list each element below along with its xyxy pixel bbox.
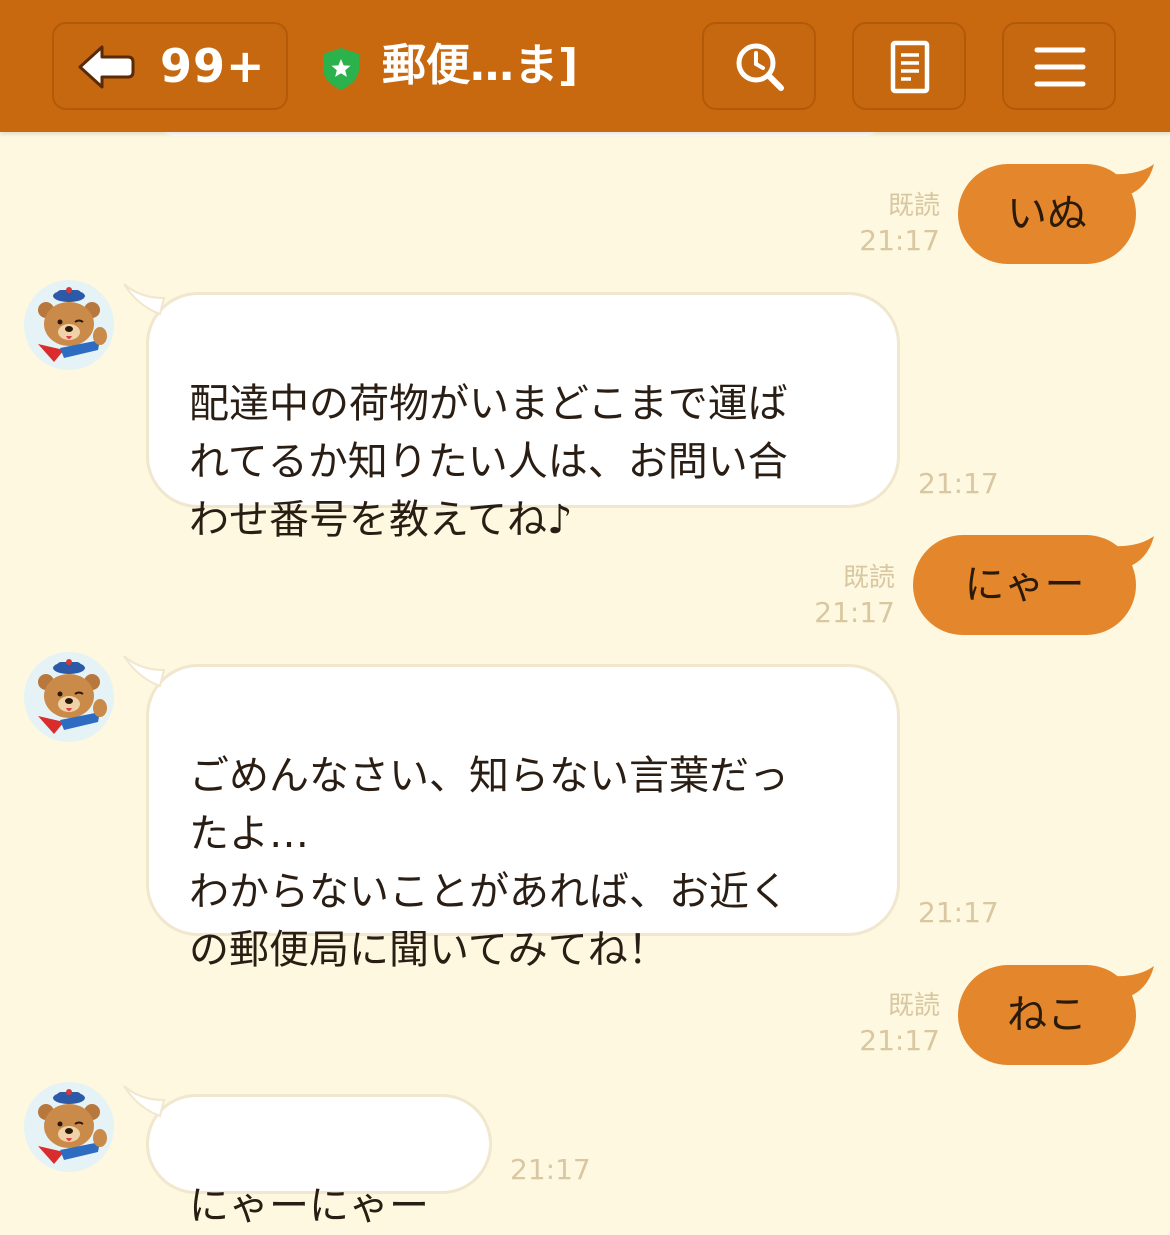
message-text: にゃーにゃー	[189, 1183, 429, 1229]
verified-shield-icon	[323, 48, 359, 90]
notes-icon	[890, 40, 930, 94]
received-message-bubble[interactable]: ごめんなさい、知らない言葉だっ たよ… わからないことがあれば、お近く の郵便局…	[146, 664, 900, 973]
bot-avatar[interactable]	[24, 652, 114, 742]
message-time: 21:17	[859, 224, 940, 257]
unread-count: 99+	[160, 39, 266, 93]
sent-message-bubble[interactable]: にゃー	[913, 535, 1136, 635]
bubble-tail	[1108, 966, 1154, 998]
search-icon	[736, 43, 784, 91]
search-button[interactable]	[702, 22, 816, 110]
message-time: 21:17	[814, 596, 895, 629]
bear-mascot-icon	[24, 1082, 114, 1172]
menu-button[interactable]	[1002, 22, 1116, 110]
chat-title-button[interactable]: 郵便…ま]	[302, 22, 662, 110]
bubble-tail	[1108, 164, 1154, 196]
message-time: 21:17	[918, 467, 999, 500]
received-message-bubble[interactable]: 配達中の荷物がいまどこまで運ば れてるか知りたい人は、お問い合 わせ番号を教えて…	[146, 292, 900, 543]
message-text: いぬ	[1007, 191, 1087, 237]
message-text: にゃー	[964, 562, 1085, 608]
read-receipt: 既読	[842, 563, 895, 593]
bear-mascot-icon	[24, 652, 114, 742]
chat-title: 郵便…ま]	[382, 40, 579, 91]
message-time: 21:17	[859, 1024, 940, 1057]
bubble-tail	[1108, 536, 1154, 568]
bubble-tail	[123, 283, 166, 316]
bot-avatar[interactable]	[24, 1082, 114, 1172]
chat-header: 99+ 郵便…ま]	[0, 0, 1170, 132]
menu-icon	[1034, 47, 1086, 87]
message-time: 21:17	[918, 896, 999, 929]
message-text: ねこ	[1007, 992, 1087, 1038]
read-receipt: 既読	[887, 991, 940, 1021]
notes-button[interactable]	[852, 22, 966, 110]
bubble-tail	[123, 1085, 166, 1118]
message-time: 21:17	[510, 1153, 591, 1186]
bot-avatar[interactable]	[24, 280, 114, 370]
back-button[interactable]: 99+	[52, 22, 288, 110]
received-message-bubble[interactable]: にゃーにゃー	[146, 1094, 492, 1229]
chat-history[interactable]: 既読 21:17 いぬ 配達中の荷物がいまどこまで運ば れてるか知りたい人は、お…	[0, 122, 1170, 1229]
message-text: 配達中の荷物がいまどこまで運ば れてるか知りたい人は、お問い合 わせ番号を教えて…	[189, 381, 788, 543]
read-receipt: 既読	[887, 191, 940, 221]
message-text: ごめんなさい、知らない言葉だっ たよ… わからないことがあれば、お近く の郵便局…	[189, 753, 789, 973]
bubble-tail	[123, 655, 166, 688]
bear-mascot-icon	[24, 280, 114, 370]
back-arrow-icon	[78, 45, 135, 89]
